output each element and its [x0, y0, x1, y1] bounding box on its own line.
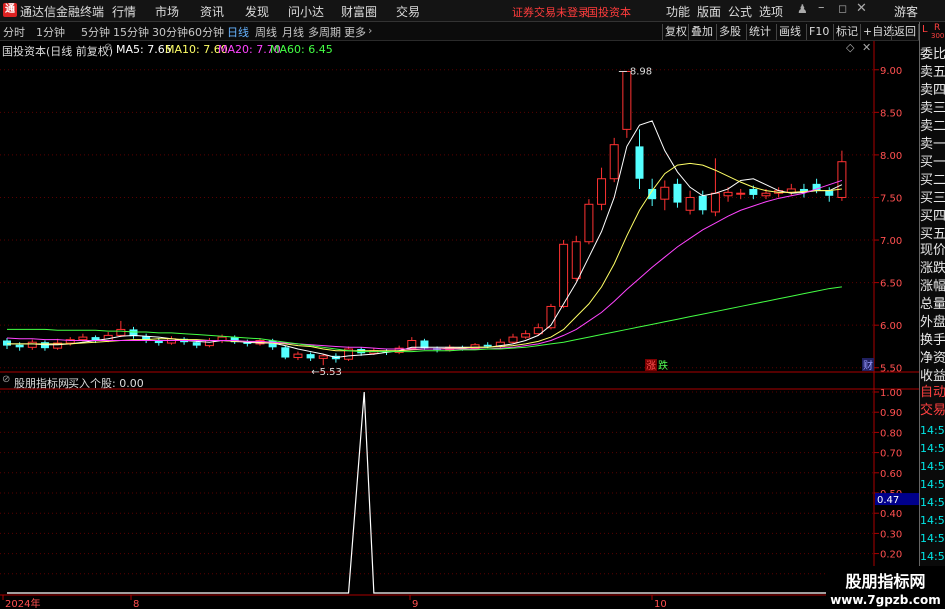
candle-down: [698, 195, 707, 211]
candle-up: [685, 196, 695, 211]
quote-item: 卖四: [920, 83, 945, 98]
candle-up: [521, 333, 531, 338]
quote-item: 净资: [920, 351, 945, 366]
chart-grid: [0, 41, 919, 609]
quote-item: 买四: [920, 209, 945, 224]
panel-l[interactable]: L: [922, 24, 928, 35]
y-tick-label: 7.50: [880, 193, 902, 204]
quote-item: 卖一: [920, 137, 945, 152]
axes: 9.00 8.50 8.00 7.50 7.00 6.50 6.00 5.50 1.00 0.90…: [2, 66, 919, 609]
candle-up: [723, 191, 733, 197]
candle-down: [749, 188, 758, 195]
ma-lines: [6, 120, 843, 359]
y-tick-label: 0.80: [880, 428, 902, 439]
x-tick-label: 2024年: [5, 597, 40, 609]
candle-up: [609, 144, 619, 180]
candle-up: [660, 186, 670, 200]
quote-item: 外盘: [920, 315, 945, 330]
quote-item: 14:56: [920, 460, 945, 473]
candle-down: [483, 344, 492, 347]
x-tick-label: 10: [654, 599, 667, 609]
watermark-url: www.7gpzb.com: [830, 593, 941, 607]
candle-up: [318, 355, 328, 359]
y-tick-label: 8.00: [880, 151, 902, 162]
quote-item: 卖五: [920, 65, 945, 80]
candle-up: [116, 328, 126, 336]
candle-up: [710, 192, 720, 213]
candle-up: [78, 336, 88, 341]
y-tick-label: 7.00: [880, 236, 902, 247]
y-tick-label: 0.30: [880, 529, 902, 540]
candles: [3, 70, 847, 366]
quote-item: 14:56: [920, 532, 945, 545]
quote-item: 14:56: [920, 496, 945, 509]
quote-item: 14:56: [920, 478, 945, 491]
candle-up: [217, 336, 227, 342]
candle-up: [27, 341, 37, 348]
candle-down: [15, 344, 24, 348]
quote-item: 14:56: [920, 550, 945, 563]
candle-up: [622, 70, 632, 130]
y-tick-label: 9.00: [880, 66, 902, 77]
quote-item: 买一: [920, 155, 945, 170]
y-tick-label: 0.70: [880, 449, 902, 460]
quote-item: 现价: [920, 243, 945, 258]
candle-up: [584, 203, 594, 243]
cai-marker: 财: [863, 359, 873, 372]
candle-up: [559, 243, 569, 307]
watermark-title: 股朋指标网: [845, 572, 926, 591]
y-tick-label: 0.60: [880, 469, 902, 480]
candle-up: [761, 192, 771, 197]
quote-item: 交易: [920, 403, 945, 418]
quote-item: 14:56: [920, 424, 945, 437]
candle-up: [597, 178, 607, 205]
candle-up: [204, 340, 214, 347]
y-tick-label: 0.40: [880, 509, 902, 520]
y-tick-label: 0.90: [880, 408, 902, 419]
y-tick-label: 0.20: [880, 550, 902, 561]
quote-item: 14:56: [920, 442, 945, 455]
candle-down: [192, 342, 201, 346]
y-tick-label: 5.50: [880, 364, 902, 375]
x-tick-label: 8: [133, 599, 139, 609]
candle-down: [673, 183, 682, 203]
quote-item: 买二: [920, 173, 945, 188]
candle-down: [306, 354, 315, 359]
quote-item: 总量: [920, 297, 945, 312]
ma-line: [7, 120, 843, 359]
current-value-label: 0.47: [877, 495, 899, 506]
candle-up: [293, 353, 303, 359]
ma-line: [7, 162, 842, 352]
candle-up: [736, 192, 746, 195]
candle-up: [837, 161, 847, 198]
quote-item: 14:56: [920, 514, 945, 527]
low-price-label: ←5.53: [311, 367, 342, 378]
candle-up: [571, 241, 581, 279]
candle-down: [3, 340, 11, 346]
y-tick-label: 8.50: [880, 108, 902, 119]
die-marker: 跌: [658, 359, 668, 372]
candle-up: [508, 336, 518, 343]
quote-item: 卖三: [920, 101, 945, 116]
x-tick-label: 9: [412, 599, 418, 609]
quote-item: 买三: [920, 191, 945, 206]
quote-item: 自动: [920, 385, 945, 400]
quote-item: 委比: [920, 47, 945, 62]
candle-down: [635, 146, 644, 179]
quote-item: 卖二: [920, 119, 945, 134]
y-tick-label: 6.50: [880, 279, 902, 290]
zhang-marker: 涨: [646, 360, 656, 372]
kline-chart[interactable]: 9.00 8.50 8.00 7.50 7.00 6.50 6.00 5.50 1.00 0.90…: [0, 0, 945, 609]
quote-item: 涨幅: [920, 279, 945, 294]
candle-down: [825, 190, 834, 196]
y-tick-label: 6.00: [880, 321, 902, 332]
watermark: 股朋指标网 www.7gpzb.com: [826, 566, 945, 609]
quote-item: 换手: [920, 333, 945, 348]
quote-item: 涨跌: [920, 261, 945, 276]
high-price-label: 8.98: [630, 66, 652, 77]
y-tick-label: 1.00: [880, 388, 902, 399]
candle-down: [281, 347, 290, 358]
panel-num: 300: [931, 32, 945, 40]
